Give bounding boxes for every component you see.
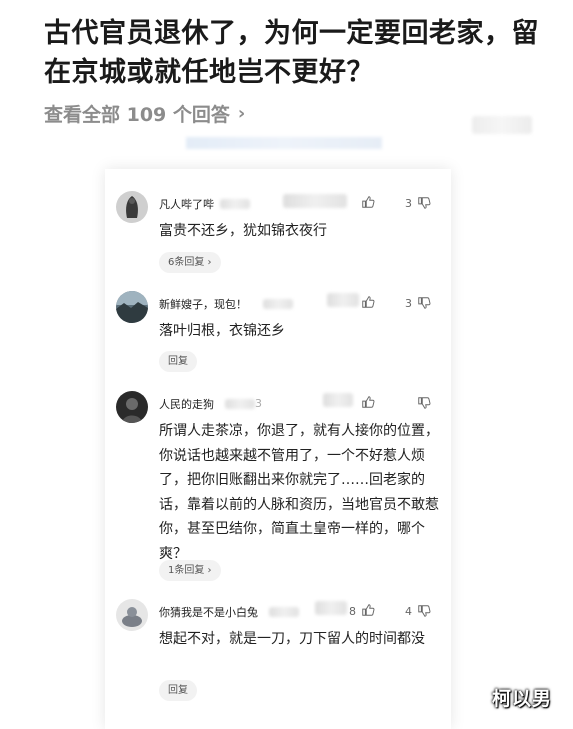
thumbs-up-icon[interactable]	[361, 295, 375, 309]
thumbs-down-icon[interactable]	[417, 396, 431, 410]
comment-text: 所谓人走茶凉，你退了，就有人接你的位置，你说话也越来越不管用了，一个不好惹人烦了…	[159, 423, 439, 562]
avatar[interactable]	[116, 291, 148, 323]
dislike-count: 3	[405, 297, 412, 310]
thumbs-up-icon[interactable]	[361, 195, 375, 209]
like-count: 8	[349, 605, 356, 618]
blurred-region	[225, 399, 255, 409]
blurred-region	[269, 607, 299, 617]
blurred-region	[220, 199, 250, 209]
thumbs-up-icon[interactable]	[361, 603, 375, 617]
blurred-region	[283, 194, 347, 208]
comment-username[interactable]: 你猜我是不是小白兔	[159, 604, 258, 620]
view-all-label: 查看全部 109 个回答	[44, 104, 230, 126]
blurred-region	[263, 299, 293, 309]
comment-username[interactable]: 人民的走狗	[159, 396, 214, 412]
reply-button[interactable]: 回复	[159, 351, 197, 372]
replies-button[interactable]: 6条回复 ›	[159, 252, 221, 273]
thumbs-down-icon[interactable]	[417, 196, 431, 210]
blurred-region	[186, 137, 382, 149]
comment-text: 落叶归根，衣锦还乡	[159, 323, 285, 339]
comment-text: 富贵不还乡，犹如锦衣夜行	[159, 223, 327, 239]
replies-button[interactable]: 1条回复 ›	[159, 560, 221, 581]
avatar[interactable]	[116, 391, 148, 423]
blurred-region	[315, 601, 347, 615]
blurred-region	[327, 293, 359, 307]
question-title: 古代官员退休了，为何一定要回老家，留在京城或就任地岂不更好？	[44, 18, 539, 88]
avatar[interactable]	[116, 191, 148, 223]
dislike-count: 3	[405, 197, 412, 210]
avatar[interactable]	[116, 599, 148, 631]
like-count: 3	[255, 397, 262, 410]
dislike-count: 4	[405, 605, 412, 618]
blurred-region	[323, 393, 353, 407]
comments-panel: 凡人哔了哔 3 富贵不还乡，犹如锦衣夜行 6条回复 › 新鲜嫂子，现包！ 3 落…	[105, 169, 451, 729]
thumbs-down-icon[interactable]	[417, 296, 431, 310]
comment-text: 想起不对，就是一刀，刀下留人的时间都没	[159, 631, 425, 647]
thumbs-down-icon[interactable]	[417, 604, 431, 618]
chevron-right-icon: ›	[237, 103, 246, 124]
comment-username[interactable]: 凡人哔了哔	[159, 196, 214, 212]
blurred-region	[472, 116, 532, 134]
reply-button[interactable]: 回复	[159, 680, 197, 701]
thumbs-up-icon[interactable]	[361, 395, 375, 409]
comment-username[interactable]: 新鲜嫂子，现包！	[159, 296, 247, 312]
watermark: 柯以男	[492, 688, 553, 710]
view-all-answers-link[interactable]: 查看全部 109 个回答 ›	[44, 100, 245, 127]
